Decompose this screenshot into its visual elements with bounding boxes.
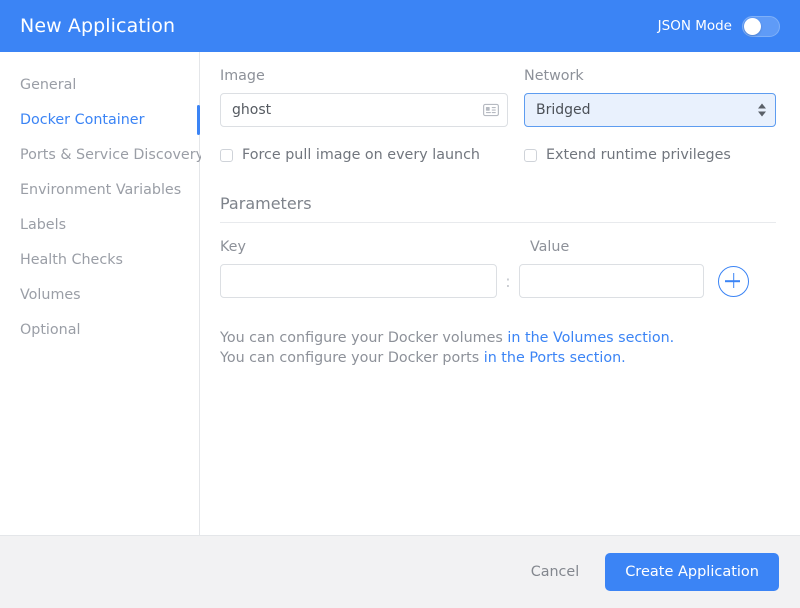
help-volumes-prefix: You can configure your Docker volumes bbox=[220, 330, 507, 346]
sidebar-item-label: Ports & Service Discovery bbox=[20, 147, 204, 163]
sidebar-item-label: Docker Container bbox=[20, 112, 144, 128]
parameter-key-input[interactable] bbox=[220, 264, 497, 298]
page-title: New Application bbox=[20, 15, 175, 37]
extend-privileges-checkbox[interactable] bbox=[524, 149, 537, 162]
network-field-group: Network Bridged bbox=[524, 68, 776, 127]
network-select[interactable]: Bridged bbox=[524, 93, 776, 127]
add-parameter-button[interactable] bbox=[718, 266, 749, 297]
parameter-value-input[interactable] bbox=[519, 264, 704, 298]
force-pull-label: Force pull image on every launch bbox=[242, 147, 480, 163]
sidebar-item-environment-variables[interactable]: Environment Variables bbox=[0, 172, 199, 207]
help-text: You can configure your Docker volumes in… bbox=[220, 328, 776, 368]
checkbox-row: Force pull image on every launch Extend … bbox=[220, 147, 776, 163]
sidebar-item-volumes[interactable]: Volumes bbox=[0, 277, 199, 312]
help-ports-prefix: You can configure your Docker ports bbox=[220, 350, 484, 366]
extend-privileges-label: Extend runtime privileges bbox=[546, 147, 731, 163]
force-pull-checkbox-row[interactable]: Force pull image on every launch bbox=[220, 147, 508, 163]
image-network-row: Image Network Br bbox=[220, 68, 776, 127]
new-application-dialog: New Application JSON Mode General Docker… bbox=[0, 0, 800, 608]
key-column-label: Key bbox=[220, 239, 530, 255]
sidebar-item-optional[interactable]: Optional bbox=[0, 312, 199, 347]
ports-section-link[interactable]: in the Ports section. bbox=[484, 350, 626, 366]
parameters-section: Parameters Key Value : bbox=[220, 194, 776, 298]
image-input[interactable] bbox=[220, 93, 508, 127]
docker-container-panel: Image Network Br bbox=[201, 52, 800, 535]
sidebar-item-label: Environment Variables bbox=[20, 182, 181, 198]
sidebar-item-label: Volumes bbox=[20, 287, 81, 303]
image-field-group: Image bbox=[220, 68, 508, 127]
parameters-header-row: Key Value bbox=[220, 239, 776, 264]
sidebar-item-health-checks[interactable]: Health Checks bbox=[0, 242, 199, 277]
dialog-footer: Cancel Create Application bbox=[0, 535, 800, 608]
sidebar-item-general[interactable]: General bbox=[0, 67, 199, 102]
network-select-wrap: Bridged bbox=[524, 93, 776, 127]
image-input-wrap bbox=[220, 93, 508, 127]
header-actions: JSON Mode bbox=[658, 16, 780, 37]
parameters-title: Parameters bbox=[220, 194, 776, 213]
help-line-volumes: You can configure your Docker volumes in… bbox=[220, 328, 776, 348]
parameters-divider bbox=[220, 222, 776, 223]
sidebar-item-label: Labels bbox=[20, 217, 66, 233]
toggle-knob bbox=[744, 18, 761, 35]
create-application-button[interactable]: Create Application bbox=[605, 553, 779, 591]
network-select-value: Bridged bbox=[536, 102, 591, 118]
key-value-separator: : bbox=[497, 272, 519, 291]
parameter-entry-row: : bbox=[220, 264, 776, 298]
sidebar-item-docker-container[interactable]: Docker Container bbox=[0, 102, 199, 137]
value-column-label: Value bbox=[530, 239, 569, 255]
volumes-section-link[interactable]: in the Volumes section. bbox=[507, 330, 674, 346]
sidebar-item-ports-service-discovery[interactable]: Ports & Service Discovery bbox=[0, 137, 199, 172]
json-mode-toggle[interactable] bbox=[742, 16, 780, 37]
sidebar-item-labels[interactable]: Labels bbox=[0, 207, 199, 242]
extend-privileges-checkbox-row[interactable]: Extend runtime privileges bbox=[524, 147, 731, 163]
cancel-button[interactable]: Cancel bbox=[527, 558, 583, 586]
sidebar-item-label: Optional bbox=[20, 322, 80, 338]
dialog-header: New Application JSON Mode bbox=[0, 0, 800, 52]
sidebar-item-label: Health Checks bbox=[20, 252, 123, 268]
help-line-ports: You can configure your Docker ports in t… bbox=[220, 348, 776, 368]
sidebar-item-label: General bbox=[20, 77, 76, 93]
sidebar: General Docker Container Ports & Service… bbox=[0, 52, 200, 535]
json-mode-label: JSON Mode bbox=[658, 18, 732, 34]
network-label: Network bbox=[524, 68, 776, 84]
active-indicator bbox=[197, 105, 200, 135]
force-pull-checkbox[interactable] bbox=[220, 149, 233, 162]
image-label: Image bbox=[220, 68, 508, 84]
